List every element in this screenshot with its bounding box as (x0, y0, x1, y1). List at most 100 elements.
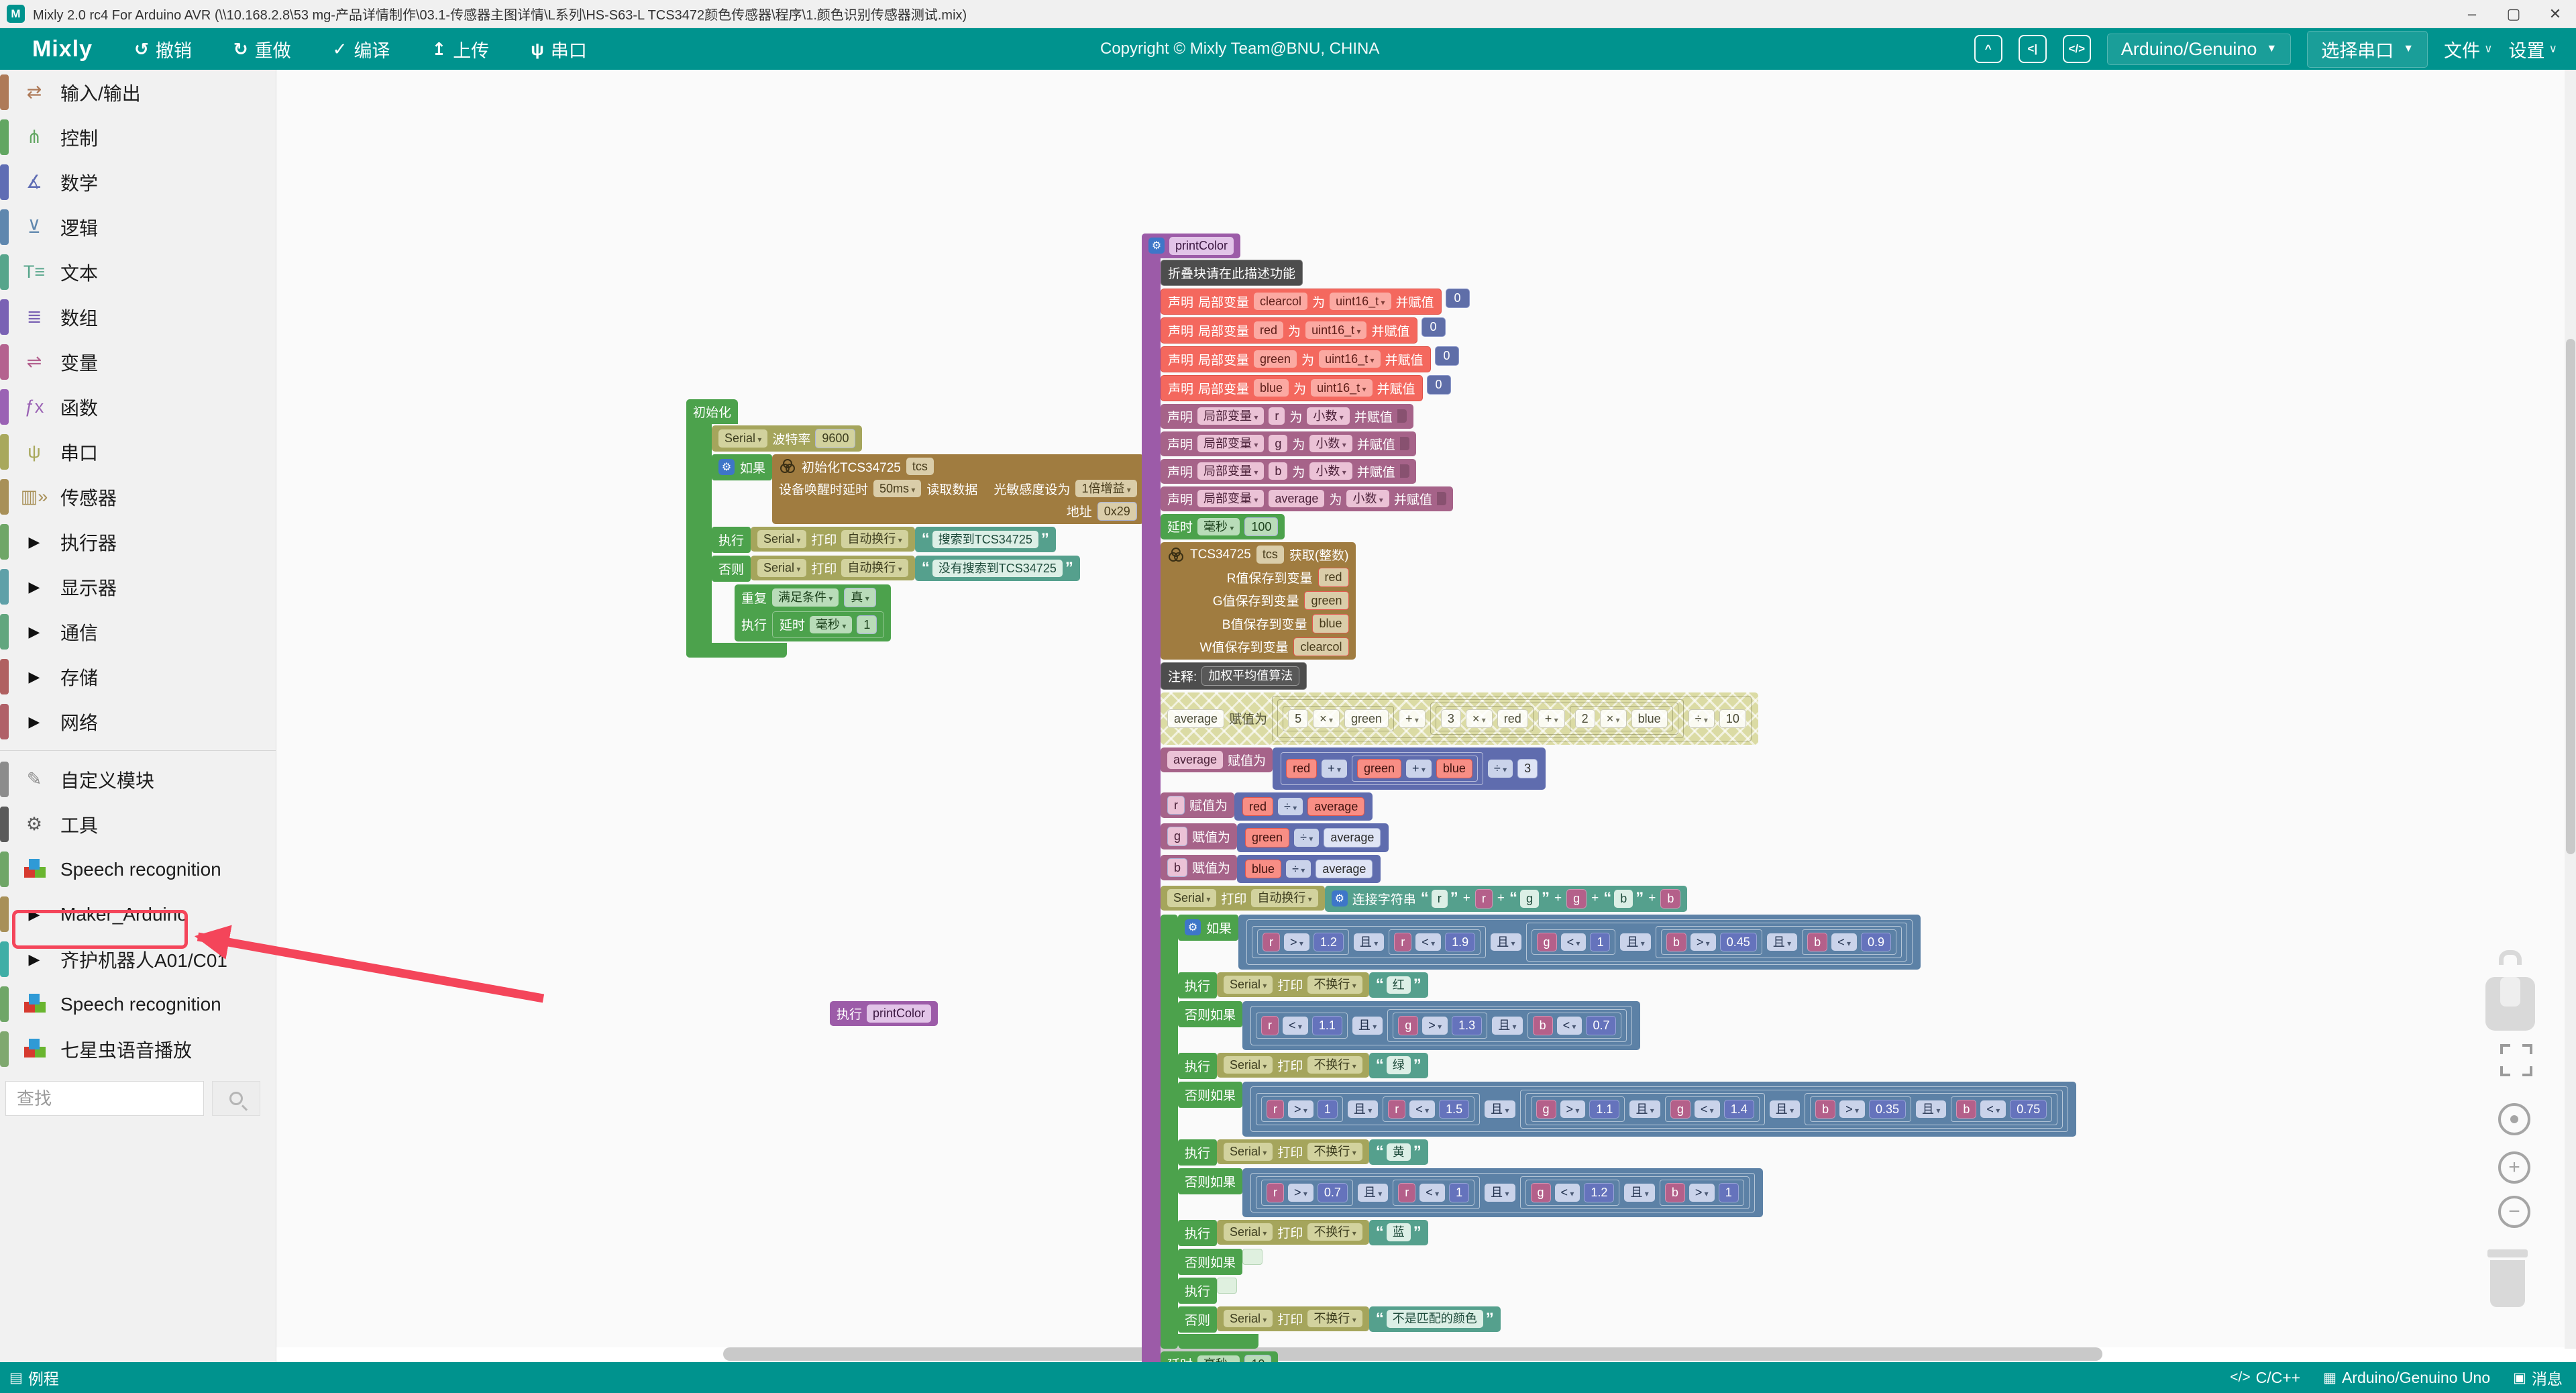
declare-red-row[interactable]: 声明 局部变量 red 为 uint16_t 并赋值 0 (1161, 317, 1446, 344)
elif-yellow-row[interactable]: 否则如果 r > 1 且 r (1178, 1082, 2076, 1137)
sidebar-item-speech-recognition-1[interactable]: Speech recognition (0, 847, 276, 892)
var-name-field[interactable]: clearcol (1254, 293, 1307, 311)
sidebar-item-control[interactable]: ⋔ 控制 (0, 115, 276, 160)
delay-100-block[interactable]: 延时 毫秒 100 (1161, 514, 1285, 540)
r-assign-row[interactable]: r 赋值为 red ÷ average (1161, 792, 1373, 821)
if-sensor-row[interactable]: ⚙ 如果 初始化TCS34725 tcs 设备唤醒时延时 50ms 读取数据 (712, 454, 1144, 525)
code-view-toggle[interactable]: </> C/C++ (2230, 1369, 2300, 1387)
sidebar-item-communication[interactable]: ▶ 通信 (0, 609, 276, 654)
function-comment[interactable]: 折叠块请在此描述功能 (1161, 260, 1303, 286)
gear-icon[interactable]: ⚙ (1148, 238, 1165, 254)
file-menu[interactable]: 文件 ∨ (2444, 36, 2492, 62)
setup-header[interactable]: 初始化 (686, 399, 738, 424)
sidebar-item-serial[interactable]: ψ 串口 (0, 429, 276, 474)
compile-button[interactable]: ✓ 编译 (333, 36, 390, 62)
close-button[interactable]: ✕ (2534, 0, 2576, 28)
search-input[interactable] (5, 1081, 204, 1116)
declare-b-row[interactable]: 声明 局部变量 b 为 小数 并赋值 (1161, 459, 1416, 484)
sidebar-item-network[interactable]: ▶ 网络 (0, 699, 276, 744)
do-print-row[interactable]: 执行 Serial 打印 自动换行 搜索到TCS34725 (712, 527, 1056, 553)
repeat-mode-dropdown[interactable]: 满足条件 (772, 588, 839, 607)
vertical-scrollbar-thumb[interactable] (2566, 339, 2575, 854)
mixly-logo[interactable]: Mixly (32, 36, 93, 62)
if-red-row[interactable]: ⚙ 如果 r > 1.2 且 (1178, 915, 1921, 970)
sidebar-item-array[interactable]: ≣ 数组 (0, 295, 276, 340)
sidebar-item-function[interactable]: ƒx 函数 (0, 384, 276, 429)
string-block[interactable]: 搜索到TCS34725 (915, 527, 1056, 552)
examples-button[interactable]: ▤ 例程 (9, 1366, 59, 1389)
open-panel-icon[interactable]: ^ (1974, 35, 2002, 63)
elif-empty-row[interactable]: 否则如果 (1178, 1249, 1263, 1275)
sidebar-item-text[interactable]: T≡ 文本 (0, 250, 276, 295)
serial-join-row[interactable]: Serial 打印 自动换行 ⚙ 连接字符串 r + r + g + g + b… (1161, 886, 1687, 912)
do-empty-row[interactable]: 执行 (1178, 1278, 1237, 1304)
serial-monitor-button[interactable]: ψ 串口 (531, 36, 587, 62)
print-green-row[interactable]: 执行 Serial 打印 不换行 绿 (1178, 1053, 1428, 1079)
disabled-weighted-average-block[interactable]: average 赋值为 5 × green + 3 × red (1161, 692, 1758, 745)
expression-block[interactable]: red + green + blue ÷ 3 (1273, 747, 1546, 790)
setup-block[interactable]: 初始化 Serial 波特率 9600 ⚙ 如果 初始化TCS34725 tcs (686, 399, 1144, 658)
print-red-row[interactable]: 执行 Serial 打印 不换行 红 (1178, 972, 1428, 998)
sidebar-item-qixingchong-voice[interactable]: 七星虫语音播放 (0, 1027, 276, 1072)
variable-block[interactable]: red (1318, 568, 1349, 587)
if-chain-block[interactable]: ⚙ 如果 r > 1.2 且 (1161, 915, 2076, 1349)
string-block[interactable]: 没有搜索到TCS34725 (915, 556, 1080, 581)
declare-average-row[interactable]: 声明 局部变量 average 为 小数 并赋值 (1161, 486, 1453, 511)
gear-icon[interactable]: ⚙ (1332, 890, 1348, 907)
sidebar-item-math[interactable]: ∡ 数学 (0, 160, 276, 205)
zoom-out-icon[interactable]: − (2498, 1196, 2530, 1228)
average-assign-row[interactable]: average 赋值为 red + green + blue ÷ 3 (1161, 747, 1546, 790)
sidebar-item-actuator[interactable]: ▶ 执行器 (0, 519, 276, 564)
printcolor-call-block[interactable]: 执行 printColor (830, 1001, 938, 1026)
empty-socket[interactable] (1242, 1249, 1263, 1265)
sidebar-item-logic[interactable]: ⊻ 逻辑 (0, 205, 276, 250)
delay-value[interactable]: 1 (857, 615, 877, 635)
tcs-get-block[interactable]: TCS34725 tcs 获取(整数) R值保存到变量 red G值保存到变量 … (1161, 542, 1356, 660)
address-value[interactable]: 0x29 (1097, 502, 1137, 521)
declare-blue-row[interactable]: 声明 局部变量 blue 为 uint16_t 并赋值 0 (1161, 375, 1451, 401)
else-print-row[interactable]: 否则 Serial 打印 自动换行 没有搜索到TCS34725 (712, 556, 1080, 582)
search-button[interactable] (212, 1081, 260, 1116)
trash-icon[interactable] (2482, 1255, 2533, 1319)
redo-button[interactable]: ↻ 重做 (233, 36, 291, 62)
elif-green-row[interactable]: 否则如果 r < 1.1 且 g (1178, 1001, 1640, 1050)
settings-menu[interactable]: 设置 ∨ (2509, 36, 2557, 62)
sidebar-item-sensor[interactable]: ▥» 传感器 (0, 474, 276, 519)
minimize-button[interactable]: – (2451, 0, 2493, 28)
sidebar-item-io[interactable]: ⇄ 输入/输出 (0, 70, 276, 115)
join-string-block[interactable]: ⚙ 连接字符串 r + r + g + g + b + b (1325, 886, 1688, 912)
number-block[interactable]: 0 (1446, 289, 1470, 308)
wake-delay-dropdown[interactable]: 50ms (873, 480, 921, 498)
serial-print-block[interactable]: Serial 打印 自动换行 (751, 527, 915, 552)
printcolor-function-block[interactable]: ⚙ printColor 折叠块请在此描述功能 声明 局部变量 clearcol… (1142, 234, 2076, 1393)
maximize-button[interactable]: ▢ (2493, 0, 2534, 28)
collapse-panel-icon[interactable]: <| (2019, 35, 2047, 63)
serial-port-dropdown[interactable]: Serial (718, 429, 767, 448)
g-assign-row[interactable]: g 赋值为 green ÷ average (1161, 823, 1389, 852)
function-name-field[interactable]: printColor (1169, 237, 1234, 255)
elif-blue-row[interactable]: 否则如果 r > 0.7 且 r (1178, 1168, 1763, 1217)
sidebar-item-tools[interactable]: ⚙ 工具 (0, 802, 276, 847)
declare-r-row[interactable]: 声明 局部变量 r 为 小数 并赋值 (1161, 404, 1413, 429)
board-indicator[interactable]: ▦ Arduino/Genuino Uno (2323, 1369, 2490, 1387)
gain-dropdown[interactable]: 1倍增益 (1075, 480, 1136, 498)
center-view-icon[interactable] (2498, 1103, 2530, 1135)
declare-clearcol-row[interactable]: 声明 局部变量 clearcol 为 uint16_t 并赋值 0 (1161, 289, 1470, 315)
tcs-name-field[interactable]: tcs (906, 458, 934, 476)
gear-icon[interactable]: ⚙ (718, 459, 735, 475)
tcs-init-block[interactable]: 初始化TCS34725 tcs 设备唤醒时延时 50ms 读取数据 光敏感度设为… (772, 454, 1144, 525)
print-yellow-row[interactable]: 执行 Serial 打印 不换行 黄 (1178, 1139, 1428, 1166)
serial-baud-block[interactable]: Serial 波特率 9600 (712, 425, 862, 452)
function-header[interactable]: ⚙ printColor (1142, 234, 1240, 258)
sidebar-item-custom-module[interactable]: ✎ 自定义模块 (0, 757, 276, 802)
sidebar-item-variable[interactable]: ⇌ 变量 (0, 340, 276, 384)
zoom-in-icon[interactable]: + (2498, 1151, 2530, 1184)
type-dropdown[interactable]: uint16_t (1330, 293, 1391, 311)
sidebar-item-storage[interactable]: ▶ 存储 (0, 654, 276, 699)
sidebar-item-display[interactable]: ▶ 显示器 (0, 564, 276, 609)
baud-value[interactable]: 9600 (815, 429, 855, 448)
messages-button[interactable]: ▣ 消息 (2513, 1366, 2563, 1389)
fit-to-screen-icon[interactable] (2500, 1044, 2532, 1076)
print-blue-row[interactable]: 执行 Serial 打印 不换行 蓝 (1178, 1220, 1428, 1246)
algorithm-comment[interactable]: 注释: 加权平均值算法 (1161, 662, 1307, 690)
